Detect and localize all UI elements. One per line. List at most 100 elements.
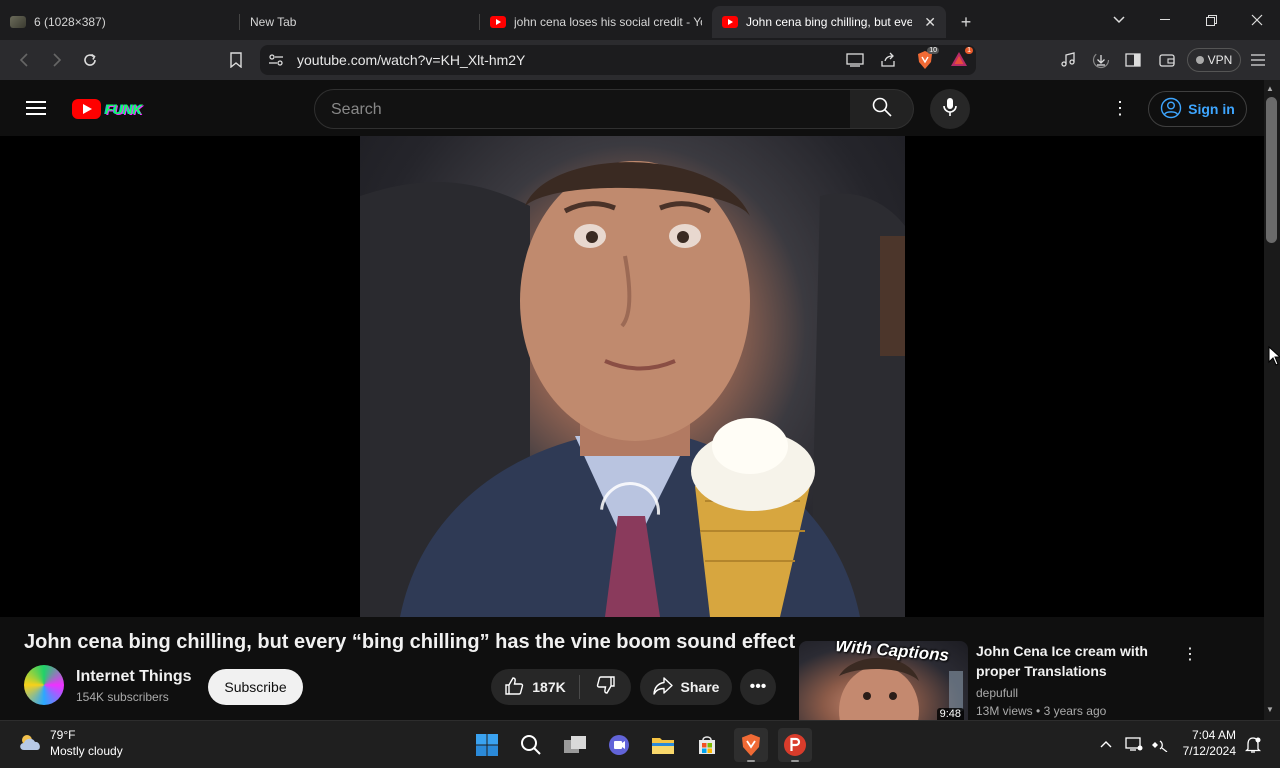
- tab-label: John cena bing chilling, but ever: [746, 15, 913, 29]
- channel-avatar[interactable]: [24, 665, 64, 705]
- scrollbar-thumb[interactable]: [1266, 97, 1277, 243]
- channel-name[interactable]: Internet Things: [76, 668, 192, 686]
- like-button[interactable]: 187K: [491, 669, 579, 705]
- video-player[interactable]: [0, 136, 1264, 617]
- tab-new-tab[interactable]: New Tab: [240, 6, 480, 38]
- settings-more-icon[interactable]: ⋮: [1108, 96, 1132, 120]
- forward-arrow-icon[interactable]: [45, 48, 69, 72]
- scroll-down-arrow-icon[interactable]: ▼: [1266, 705, 1274, 714]
- clock-time[interactable]: 7:04 AM: [1178, 728, 1236, 742]
- video-title: John cena bing chilling, but every “bing…: [24, 631, 796, 653]
- video-duration-badge: 9:48: [936, 708, 964, 720]
- music-note-icon[interactable]: [1056, 48, 1080, 72]
- vpn-button[interactable]: VPN: [1187, 48, 1241, 72]
- app-p-taskbar-icon[interactable]: [778, 728, 812, 762]
- clock-date[interactable]: 7/12/2024: [1172, 744, 1236, 758]
- new-tab-button[interactable]: +: [946, 6, 986, 38]
- recommended-more-icon[interactable]: ⋮: [1178, 642, 1202, 666]
- share-button[interactable]: Share: [640, 669, 732, 705]
- youtube-icon: [490, 16, 506, 28]
- browser-toolbar: youtube.com/watch?v=KH_Xlt-hm2Y 10 1 VPN: [0, 40, 1280, 80]
- share-page-icon[interactable]: [880, 52, 896, 73]
- upload-age: 3 years ago: [1043, 704, 1107, 718]
- download-icon[interactable]: [1089, 48, 1113, 72]
- youtube-icon: [722, 16, 738, 28]
- youtube-play-logo-icon: [72, 99, 101, 119]
- share-label: Share: [680, 679, 720, 695]
- recommended-video-thumbnail[interactable]: With Captions 9:48: [799, 641, 968, 720]
- tab-label: New Tab: [250, 15, 297, 29]
- youtube-doodle-text: FUNK: [105, 101, 142, 117]
- brave-rewards-icon[interactable]: 1: [950, 47, 973, 70]
- restore-icon[interactable]: [1188, 0, 1234, 40]
- tab-search-chevron-icon[interactable]: [1096, 0, 1142, 40]
- task-view-icon[interactable]: [558, 728, 592, 762]
- windows-start-icon[interactable]: [470, 728, 504, 762]
- mouse-cursor-icon: [1268, 346, 1280, 366]
- taskbar-search-icon[interactable]: [514, 728, 548, 762]
- sign-in-label: Sign in: [1188, 101, 1235, 117]
- display-icon[interactable]: [1125, 735, 1143, 753]
- youtube-header: FUNK ⋮ Sign in: [0, 80, 1264, 136]
- sidebar-toggle-icon[interactable]: [1121, 48, 1145, 72]
- more-horizontal-icon: •••: [749, 678, 767, 695]
- tab-label: john cena loses his social credit - You: [514, 15, 702, 29]
- thumbs-down-icon: [596, 675, 616, 700]
- video-frame: [360, 136, 905, 617]
- teams-chat-icon[interactable]: [602, 728, 636, 762]
- close-window-icon[interactable]: [1234, 0, 1280, 40]
- cloudy-weather-icon[interactable]: [18, 733, 42, 751]
- notification-bell-icon[interactable]: [1244, 736, 1262, 754]
- cast-icon[interactable]: [846, 52, 864, 73]
- search-box: [314, 89, 851, 129]
- url-text: youtube.com/watch?v=KH_Xlt-hm2Y: [297, 52, 526, 68]
- thumbs-up-icon: [504, 676, 524, 699]
- file-explorer-icon[interactable]: [646, 728, 680, 762]
- search-input[interactable]: [331, 99, 831, 121]
- tab-image[interactable]: 6 (1028×387): [0, 6, 240, 38]
- microsoft-store-icon[interactable]: [690, 728, 724, 762]
- close-tab-icon[interactable]: ✕: [924, 14, 936, 31]
- weather-temperature[interactable]: 79°F: [50, 728, 75, 742]
- shields-count-badge: 10: [927, 47, 939, 54]
- vpn-status-icon: [1195, 56, 1204, 64]
- youtube-logo[interactable]: FUNK: [72, 98, 172, 120]
- vpn-label: VPN: [1207, 53, 1233, 67]
- address-bar[interactable]: youtube.com/watch?v=KH_Xlt-hm2Y 10 1: [260, 45, 976, 75]
- view-count: 13M views: [976, 704, 1033, 718]
- recommended-channel-name[interactable]: depufull: [976, 686, 1018, 700]
- search-button[interactable]: [850, 89, 914, 129]
- weather-description[interactable]: Mostly cloudy: [50, 744, 123, 758]
- recommended-video-meta: 13M views • 3 years ago: [976, 704, 1106, 718]
- browser-tab-strip: 6 (1028×387) New Tab john cena loses his…: [0, 0, 1280, 40]
- show-hidden-icons-chevron-icon[interactable]: [1097, 735, 1115, 753]
- meta-separator: •: [1036, 704, 1044, 718]
- more-actions-button[interactable]: •••: [740, 669, 776, 705]
- rewards-count-badge: 1: [965, 47, 973, 54]
- subscribe-button[interactable]: Subscribe: [208, 669, 303, 705]
- minimize-icon[interactable]: [1142, 0, 1188, 40]
- brave-browser-taskbar-icon[interactable]: [734, 728, 768, 762]
- dislike-button[interactable]: [580, 669, 631, 705]
- tab-youtube-social-credit[interactable]: john cena loses his social credit - You: [480, 6, 712, 38]
- brave-shields-icon[interactable]: 10: [916, 47, 939, 70]
- network-volume-icon[interactable]: [1151, 735, 1169, 753]
- browser-menu-icon[interactable]: [1246, 48, 1270, 72]
- site-settings-icon[interactable]: [268, 52, 284, 73]
- image-thumbnail-icon: [10, 16, 26, 28]
- wallet-icon[interactable]: [1155, 48, 1179, 72]
- hamburger-menu-icon[interactable]: [24, 96, 48, 120]
- subscriber-count: 154K subscribers: [76, 690, 169, 704]
- bookmark-icon[interactable]: [224, 48, 248, 72]
- recommended-video-title[interactable]: John Cena Ice cream with proper Translat…: [976, 641, 1166, 681]
- video-still-image: [360, 161, 905, 617]
- sign-in-button[interactable]: Sign in: [1148, 91, 1247, 127]
- back-arrow-icon[interactable]: [12, 48, 36, 72]
- like-dislike-pill: 187K: [491, 669, 631, 705]
- voice-search-button[interactable]: [930, 89, 970, 129]
- scroll-up-arrow-icon[interactable]: ▲: [1266, 84, 1274, 93]
- reload-icon[interactable]: [78, 48, 102, 72]
- search-icon: [872, 97, 892, 122]
- windows-taskbar: [0, 720, 1280, 768]
- tab-youtube-bing-chilling[interactable]: John cena bing chilling, but ever ✕: [712, 6, 946, 38]
